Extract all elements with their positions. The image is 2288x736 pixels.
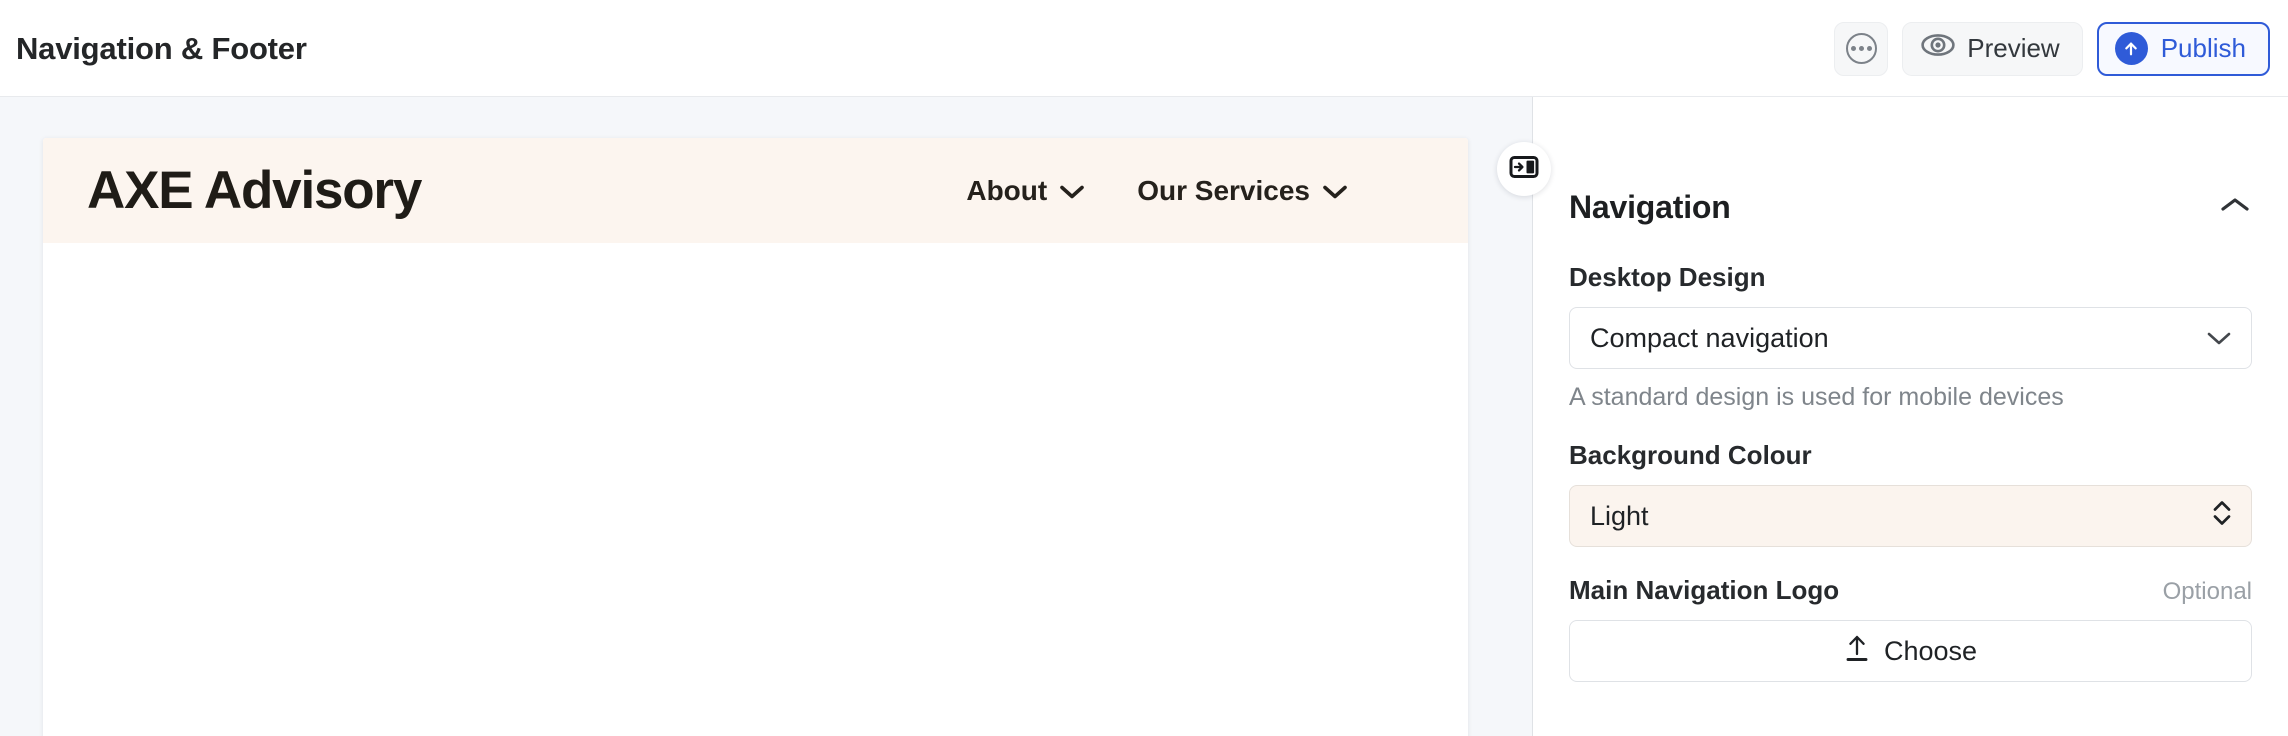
settings-panel: Navigation Desktop Design Compact naviga… bbox=[1497, 97, 2288, 736]
preview-canvas: AXE Advisory About Our Services bbox=[0, 97, 1532, 736]
background-colour-label-row: Background Colour bbox=[1569, 440, 2252, 471]
chevron-down-icon bbox=[2205, 323, 2233, 354]
chevron-up-down-icon bbox=[2211, 497, 2233, 536]
background-colour-select[interactable]: Light bbox=[1569, 485, 2252, 547]
desktop-design-select[interactable]: Compact navigation bbox=[1569, 307, 2252, 369]
page-title: Navigation & Footer bbox=[16, 30, 307, 66]
site-nav-item-our-services[interactable]: Our Services bbox=[1137, 175, 1348, 207]
main-navigation-logo-label-row: Main Navigation Logo Optional bbox=[1569, 575, 2252, 606]
background-colour-value: Light bbox=[1590, 500, 1649, 531]
site-nav-item-our-services-label: Our Services bbox=[1137, 174, 1310, 206]
site-navigation-bar[interactable]: AXE Advisory About Our Services bbox=[43, 138, 1468, 243]
more-options-button[interactable] bbox=[1834, 21, 1889, 76]
eye-icon bbox=[1921, 33, 1955, 64]
desktop-design-help-text: A standard design is used for mobile dev… bbox=[1569, 383, 2064, 411]
publish-button[interactable]: Publish bbox=[2096, 21, 2270, 76]
site-brand-text: AXE Advisory bbox=[87, 161, 422, 220]
ellipsis-circle-icon bbox=[1845, 33, 1877, 64]
app-header: Navigation & Footer Preview Publish bbox=[0, 0, 2288, 97]
panel-collapse-icon bbox=[1509, 155, 1539, 184]
main-navigation-logo-optional-tag: Optional bbox=[2162, 578, 2252, 605]
site-nav-item-about[interactable]: About bbox=[966, 175, 1085, 207]
site-nav-links: About Our Services bbox=[966, 175, 1408, 207]
site-preview-body bbox=[43, 243, 1468, 736]
publish-button-label: Publish bbox=[2160, 33, 2246, 63]
navigation-section-header[interactable]: Navigation bbox=[1569, 97, 2252, 234]
preview-button[interactable]: Preview bbox=[1902, 21, 2083, 76]
choose-logo-button[interactable]: Choose bbox=[1569, 620, 2252, 682]
field-desktop-design: Desktop Design Compact navigation A stan… bbox=[1569, 262, 2252, 412]
desktop-design-label: Desktop Design bbox=[1569, 262, 1766, 292]
chevron-down-icon bbox=[1059, 175, 1085, 207]
choose-logo-button-label: Choose bbox=[1883, 635, 1978, 666]
chevron-up-icon[interactable] bbox=[2218, 195, 2252, 220]
navigation-section-title: Navigation bbox=[1569, 189, 1731, 225]
field-background-colour: Background Colour Light bbox=[1569, 440, 2252, 547]
header-actions: Preview Publish bbox=[1834, 0, 2270, 97]
preview-button-label: Preview bbox=[1967, 33, 2060, 63]
site-nav-item-about-label: About bbox=[966, 174, 1048, 206]
panel-collapse-button[interactable] bbox=[1497, 142, 1551, 196]
site-preview-card[interactable]: AXE Advisory About Our Services bbox=[43, 138, 1468, 736]
upload-icon bbox=[1844, 633, 1870, 670]
arrow-up-circle-icon bbox=[2114, 32, 2148, 65]
desktop-design-value: Compact navigation bbox=[1590, 322, 1829, 353]
field-main-navigation-logo: Main Navigation Logo Optional Choose bbox=[1569, 575, 2252, 682]
chevron-down-icon bbox=[1322, 175, 1348, 207]
main-navigation-logo-label: Main Navigation Logo bbox=[1569, 575, 1840, 605]
desktop-design-label-row: Desktop Design bbox=[1569, 262, 2252, 293]
background-colour-label: Background Colour bbox=[1569, 440, 1812, 470]
